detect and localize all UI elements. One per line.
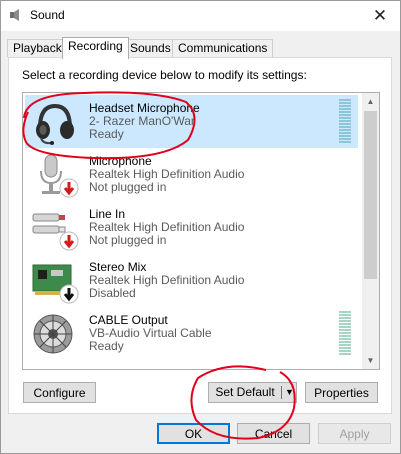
device-name: Headset Microphone (89, 101, 200, 115)
set-default-button[interactable]: Set Default (209, 383, 281, 402)
scroll-thumb[interactable] (364, 111, 377, 279)
scroll-down-arrow[interactable]: ▼ (362, 352, 379, 369)
sound-card-icon (32, 264, 79, 304)
title-bar: Sound ✕ (1, 1, 400, 31)
set-default-split-button[interactable]: Set Default ▼ (208, 382, 297, 403)
device-list[interactable]: Headset Microphone 2- Razer ManO'War Rea… (22, 92, 380, 370)
device-name: Line In (89, 207, 126, 221)
set-default-dropdown-arrow[interactable]: ▼ (283, 383, 296, 402)
device-status: Not plugged in (89, 233, 167, 247)
microphone-icon (40, 154, 79, 198)
level-meter (339, 311, 351, 357)
device-item-stereo-mix[interactable]: Stereo Mix Realtek High Definition Audio… (25, 254, 358, 307)
virtual-cable-icon (33, 314, 73, 354)
tab-communications[interactable]: Communications (172, 39, 274, 57)
tab-playback[interactable]: Playback (7, 39, 68, 57)
device-item-headset-microphone[interactable]: Headset Microphone 2- Razer ManO'War Rea… (25, 95, 358, 148)
apply-button[interactable]: Apply (318, 423, 391, 444)
device-name: CABLE Output (89, 313, 168, 327)
configure-button[interactable]: Configure (23, 382, 96, 403)
level-meter (339, 99, 351, 145)
device-driver: VB-Audio Virtual Cable (89, 326, 212, 340)
properties-button[interactable]: Properties (305, 382, 378, 403)
ok-button[interactable]: OK (157, 423, 230, 444)
device-name: Stereo Mix (89, 260, 147, 274)
device-driver: Realtek High Definition Audio (89, 167, 245, 181)
device-status: Ready (89, 127, 124, 141)
device-status: Disabled (89, 286, 136, 300)
device-status: Not plugged in (89, 180, 167, 194)
device-item-cable-output[interactable]: CABLE Output VB-Audio Virtual Cable Read… (25, 307, 358, 360)
device-status: Ready (89, 339, 124, 353)
line-in-jack-icon (32, 213, 79, 251)
device-item-microphone[interactable]: Microphone Realtek High Definition Audio… (25, 148, 358, 201)
device-item-line-in[interactable]: Line In Realtek High Definition Audio No… (25, 201, 358, 254)
tab-sounds[interactable]: Sounds (124, 39, 177, 57)
headset-icon (36, 103, 74, 145)
device-driver: Realtek High Definition Audio (89, 273, 245, 287)
device-driver: 2- Razer ManO'War (89, 114, 195, 128)
instruction-text: Select a recording device below to modif… (22, 68, 307, 82)
speaker-icon (10, 9, 19, 21)
window-title: Sound (30, 8, 65, 22)
scroll-up-arrow[interactable]: ▲ (362, 93, 379, 110)
close-button[interactable]: ✕ (360, 1, 400, 31)
device-driver: Realtek High Definition Audio (89, 220, 245, 234)
tab-recording[interactable]: Recording (62, 37, 129, 59)
vertical-scrollbar[interactable]: ▲ ▼ (362, 93, 379, 369)
device-name: Microphone (89, 154, 152, 168)
cancel-button[interactable]: Cancel (237, 423, 310, 444)
split-divider (281, 386, 282, 399)
